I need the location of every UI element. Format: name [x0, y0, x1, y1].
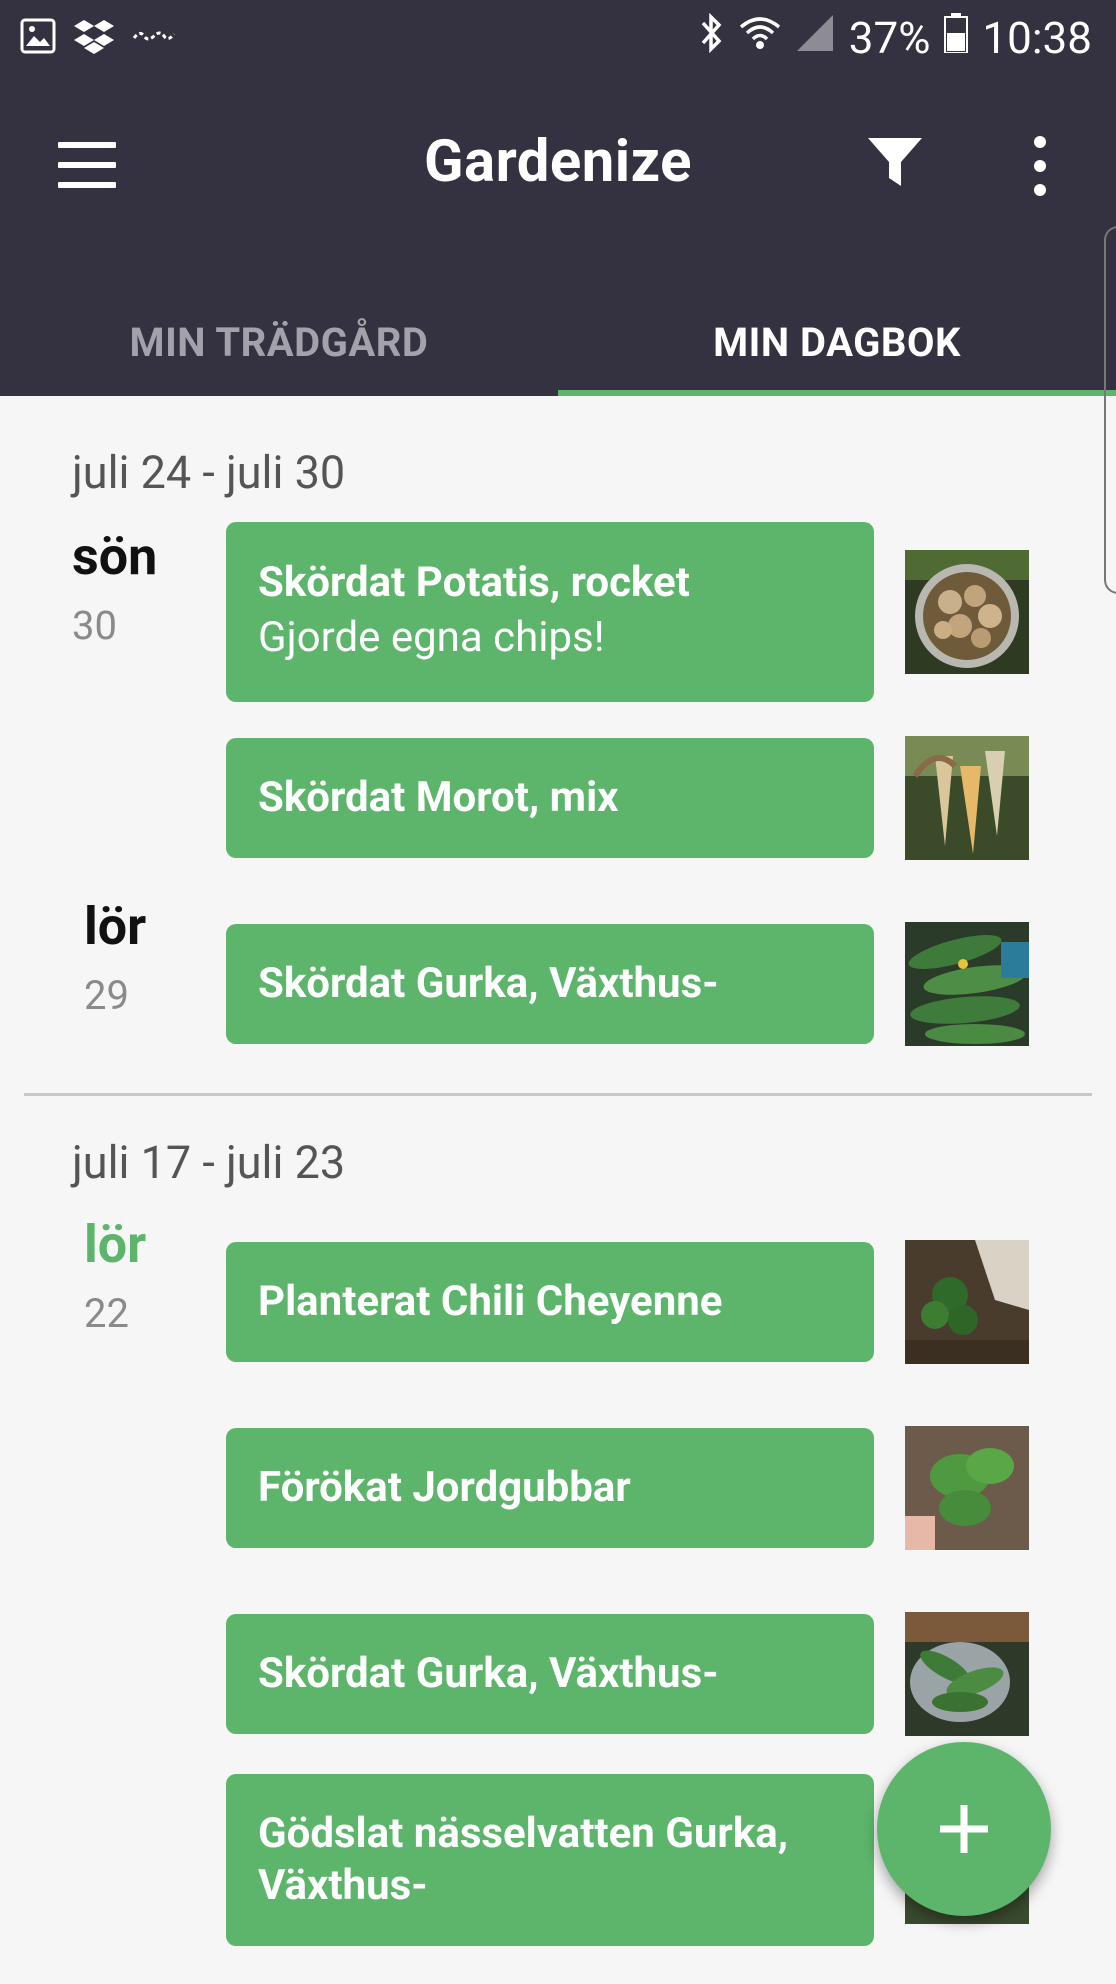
- bluetooth-icon: [699, 12, 725, 64]
- entry-photo-thumbnail[interactable]: [905, 1426, 1029, 1550]
- signal-icon: [795, 12, 835, 64]
- tab-min-tradgard[interactable]: MIN TRÄDGÅRD: [0, 288, 558, 396]
- clock: 10:38: [982, 12, 1092, 64]
- diary-entry[interactable]: Planterat Chili Cheyenne: [226, 1242, 874, 1362]
- more-vert-icon[interactable]: [1030, 136, 1050, 196]
- status-bar: 37% 10:38: [0, 0, 1116, 80]
- day-name: lör: [84, 1214, 147, 1275]
- entry-title: Skördat Gurka, Växthus-: [258, 1649, 719, 1698]
- entry-photo-thumbnail[interactable]: [905, 1240, 1029, 1364]
- entry-photo-thumbnail[interactable]: [905, 736, 1029, 860]
- dropbox-icon: [74, 18, 114, 58]
- diary-entry[interactable]: Skördat Potatis, rocket Gjorde egna chip…: [226, 522, 874, 702]
- filter-icon[interactable]: [866, 132, 924, 194]
- entry-photo-thumbnail[interactable]: [905, 922, 1029, 1046]
- add-entry-button[interactable]: [877, 1742, 1051, 1916]
- voicemail-icon: [132, 26, 176, 50]
- week-header: juli 17 - juli 23: [72, 1136, 346, 1189]
- notification-icons: [20, 18, 176, 58]
- entry-photo-thumbnail[interactable]: [905, 550, 1029, 674]
- tab-min-dagbok[interactable]: MIN DAGBOK: [558, 288, 1116, 396]
- day-number: 22: [84, 1290, 129, 1337]
- week-divider: [24, 1093, 1092, 1096]
- battery-icon: [944, 12, 969, 64]
- app-bar: Gardenize MIN TRÄDGÅRD MIN DAGBOK: [0, 80, 1116, 396]
- entry-title: Gödslat nässelvatten Gurka, Växthus-: [258, 1809, 789, 1910]
- system-icons: 37% 10:38: [699, 12, 1092, 64]
- tab-bar: MIN TRÄDGÅRD MIN DAGBOK: [0, 288, 1116, 396]
- diary-entry[interactable]: Skördat Gurka, Växthus-: [226, 1614, 874, 1734]
- day-name: lör: [84, 896, 147, 957]
- diary-entry[interactable]: Skördat Morot, mix: [226, 738, 874, 858]
- entry-photo-thumbnail[interactable]: [905, 1612, 1029, 1736]
- image-icon: [20, 18, 56, 58]
- diary-entry[interactable]: Skördat Gurka, Växthus-: [226, 924, 874, 1044]
- day-name: sön: [72, 526, 158, 587]
- entry-title: Skördat Potatis, rocket: [258, 558, 690, 607]
- diary-entry[interactable]: Förökat Jordgubbar: [226, 1428, 874, 1548]
- entry-title: Planterat Chili Cheyenne: [258, 1277, 723, 1326]
- entry-title: Skördat Morot, mix: [258, 773, 619, 822]
- entry-note: Gjorde egna chips!: [258, 613, 605, 662]
- wifi-icon: [739, 12, 781, 64]
- entry-title: Skördat Gurka, Växthus-: [258, 959, 719, 1008]
- battery-percent: 37%: [848, 12, 931, 64]
- entry-title: Förökat Jordgubbar: [258, 1463, 631, 1512]
- week-header: juli 24 - juli 30: [72, 446, 346, 499]
- day-number: 29: [84, 972, 129, 1019]
- day-number: 30: [72, 602, 117, 649]
- diary-entry[interactable]: Gödslat nässelvatten Gurka, Växthus-: [226, 1774, 874, 1946]
- app-title: Gardenize: [424, 128, 692, 196]
